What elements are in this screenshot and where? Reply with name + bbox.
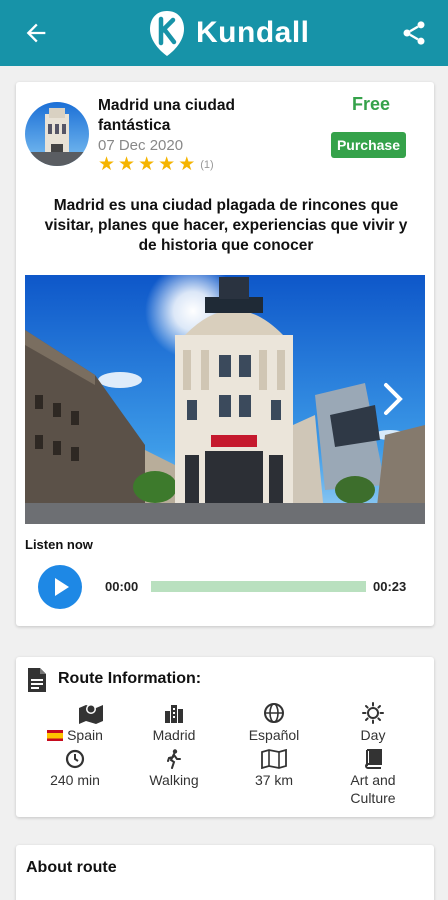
distance-label: 37 km: [254, 772, 294, 788]
map-icon: [261, 749, 287, 769]
route-info-card: Route Information: Spain Madrid Español: [16, 657, 434, 817]
star-icon: ★: [158, 154, 176, 175]
clock-icon: [65, 749, 85, 769]
app-bar: Kundall: [0, 0, 448, 66]
info-category: Art and Culture: [328, 749, 418, 807]
sun-icon: [362, 702, 384, 724]
next-photo-chevron-icon[interactable]: [381, 381, 405, 417]
city-label: Madrid: [152, 727, 196, 743]
globe-icon: [264, 703, 284, 723]
route-description: Madrid es una ciudad plagada de rincones…: [44, 197, 408, 254]
document-icon: [28, 668, 46, 692]
info-distance: 37 km: [229, 749, 319, 789]
category-label: Art and Culture: [350, 772, 396, 806]
walking-icon: [167, 749, 181, 769]
duration-label: 240 min: [50, 772, 100, 788]
kundall-logo-icon: [150, 11, 184, 56]
info-language: Español: [229, 702, 319, 744]
time-of-day-label: Day: [360, 727, 386, 743]
listen-now-label: Listen now: [25, 537, 93, 552]
rating: ★ ★ ★ ★ ★ (1): [98, 155, 214, 175]
book-icon: [365, 749, 382, 769]
city-icon: [165, 705, 183, 723]
play-button[interactable]: [38, 565, 82, 609]
info-country: Spain: [30, 702, 120, 744]
info-city: Madrid: [129, 702, 219, 744]
route-date: 07 Dec 2020: [98, 137, 184, 154]
star-icon: ★: [178, 154, 196, 175]
brand-name: Kundall: [196, 16, 310, 49]
back-arrow-icon[interactable]: [22, 19, 50, 47]
route-card: Madrid una ciudad fantástica 07 Dec 2020…: [16, 82, 434, 626]
route-avatar: [25, 102, 89, 166]
purchase-button[interactable]: Purchase: [330, 132, 406, 158]
audio-duration: 00:23: [373, 579, 407, 594]
info-mode: Walking: [129, 749, 219, 789]
star-icon: ★: [138, 154, 156, 175]
star-icon: ★: [118, 154, 136, 175]
brand: Kundall: [148, 8, 310, 58]
spain-flag-icon: [47, 730, 64, 741]
star-icon: ★: [98, 154, 116, 175]
route-title: Madrid una ciudad fantástica: [98, 97, 235, 134]
route-photo: [25, 275, 425, 524]
price-label: Free: [351, 94, 390, 114]
route-info-heading: Route Information:: [58, 670, 202, 687]
map-pin-icon: [79, 704, 103, 724]
about-route-card: About route: [16, 845, 434, 900]
info-duration: 240 min: [30, 749, 120, 789]
share-icon[interactable]: [400, 19, 428, 47]
country-label: Spain: [67, 727, 103, 743]
rating-count: (1): [200, 159, 214, 171]
language-label: Español: [248, 727, 300, 743]
audio-progress-track[interactable]: [151, 581, 366, 592]
mode-label: Walking: [149, 772, 199, 788]
info-time-of-day: Day: [328, 702, 418, 744]
about-route-heading: About route: [26, 859, 117, 876]
current-time: 00:00: [105, 579, 139, 594]
